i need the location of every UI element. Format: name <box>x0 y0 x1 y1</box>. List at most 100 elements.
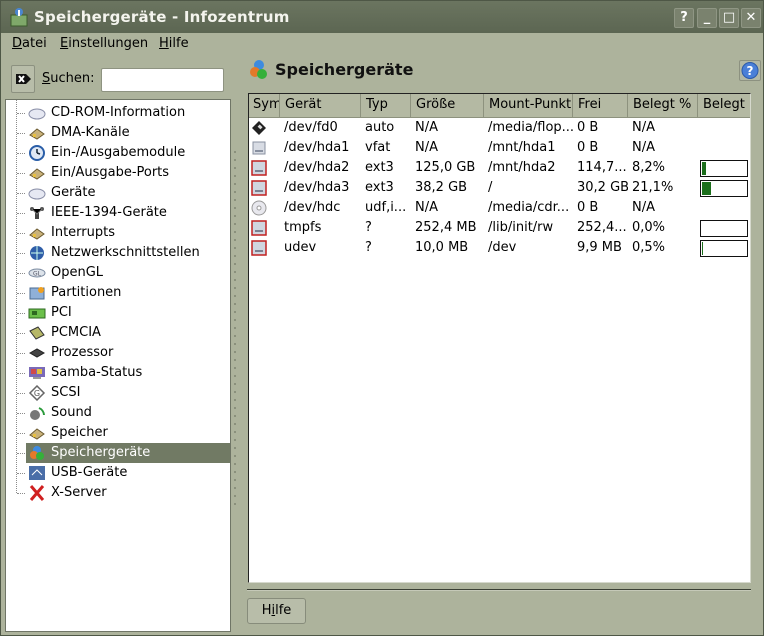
partition-icon <box>28 285 46 301</box>
cell-mount: /lib/init/rw <box>488 220 554 235</box>
tree-branch-line <box>17 453 25 454</box>
application-window: Speichergeräte - Infozentrum ? _ □ ✕ Dat… <box>0 0 764 636</box>
column-header-mount[interactable]: Mount-Punkt <box>484 94 573 118</box>
tree-branch-line <box>17 313 25 314</box>
sidebar-item[interactable]: Ein-/Ausgabemodule <box>17 143 230 163</box>
monitor-icon <box>28 365 46 381</box>
column-header-used-pct[interactable]: Belegt % <box>628 94 698 118</box>
button-text: lfe <box>275 603 292 618</box>
sidebar-item[interactable]: PCMCIA <box>17 323 230 343</box>
table-row[interactable]: /dev/hda2 ext3 125,0 GB/mnt/hda2 114,7... 8,… <box>249 158 750 178</box>
footer-separator <box>247 589 751 591</box>
tree-branch-line <box>17 153 25 154</box>
sidebar-item[interactable]: Geräte <box>17 183 230 203</box>
tree-branch-line <box>17 353 25 354</box>
storage-devices-icon <box>250 60 267 79</box>
tree-branch-line <box>17 133 25 134</box>
splitter-handle[interactable] <box>233 151 237 521</box>
column-header-size[interactable]: Größe <box>411 94 484 118</box>
table-row[interactable]: /dev/hda1 vfat N/A/mnt/hda1 0 B N/A <box>249 138 750 158</box>
maximize-button[interactable]: □ <box>719 8 739 28</box>
sidebar-item[interactable]: CD-ROM-Information <box>17 103 230 123</box>
sidebar-item[interactable]: IEEE-1394-Geräte <box>17 203 230 223</box>
sidebar-item[interactable]: PCI <box>17 303 230 323</box>
infocenter-app-icon <box>10 8 28 27</box>
storage-devices-icon <box>28 445 46 461</box>
column-header-sym[interactable]: Sym <box>249 94 280 118</box>
sidebar-item[interactable]: Partitionen <box>17 283 230 303</box>
menu-accel: E <box>60 36 69 51</box>
tree-branch-line <box>17 373 25 374</box>
cell-used-pct: N/A <box>632 140 655 155</box>
tree-branch-line <box>17 393 25 394</box>
sidebar-item-label: OpenGL <box>51 265 104 280</box>
help-button[interactable]: ? <box>739 60 761 81</box>
table-row[interactable]: /dev/hdc udf,i... N/A/media/cdr... 0 B N/A <box>249 198 750 218</box>
sidebar-item[interactable]: Sound <box>17 403 230 423</box>
clear-search-button[interactable] <box>11 65 35 93</box>
cell-type: ext3 <box>365 180 394 195</box>
title-bar[interactable]: Speichergeräte - Infozentrum ? _ □ ✕ <box>1 1 763 33</box>
menu-label: instellungen <box>68 36 149 51</box>
sidebar-item[interactable]: Prozessor <box>17 343 230 363</box>
sidebar-item[interactable]: Speichergeräte <box>17 443 230 463</box>
hilfe-button[interactable]: Hilfe <box>247 598 306 624</box>
clock-icon <box>28 145 46 161</box>
menu-label: atei <box>22 36 47 51</box>
sidebar-item-label: USB-Geräte <box>51 465 128 480</box>
sidebar-item-label: Netzwerkschnittstellen <box>51 245 200 260</box>
table-row[interactable]: udev? 10,0 MB/dev 9,9 MB 0,5% <box>249 238 750 258</box>
minimize-button[interactable]: _ <box>697 8 717 28</box>
table-row[interactable]: /dev/fd0 auto N/A/media/flop... 0 B N/A <box>249 118 750 138</box>
column-header-used-bar[interactable]: Belegt <box>698 94 750 118</box>
sidebar-item-label: Geräte <box>51 185 96 200</box>
page-title: Speichergeräte <box>275 60 414 79</box>
storage-devices-table[interactable]: Sym Gerät Typ Größe Mount-Punkt Frei Bel… <box>248 93 751 583</box>
cell-size: 10,0 MB <box>415 240 469 255</box>
sidebar-item[interactable]: Interrupts <box>17 223 230 243</box>
cell-type: udf,i... <box>365 200 407 215</box>
cell-free: 252,4... <box>577 220 627 235</box>
cell-free: 30,2 GB <box>577 180 628 195</box>
menu-hilfe[interactable]: Hilfe <box>159 36 189 51</box>
cell-mount: /mnt/hda1 <box>488 140 556 155</box>
context-help-button[interactable]: ? <box>674 8 694 28</box>
search-label-text: uchen: <box>50 71 95 86</box>
search-input[interactable] <box>101 68 224 92</box>
tree-branch-line <box>17 233 25 234</box>
menu-datei[interactable]: Datei <box>12 36 47 51</box>
sidebar-item-label: X-Server <box>51 485 107 500</box>
module-tree[interactable]: CD-ROM-Information DMA-Kanäle Ein-/Ausgabe… <box>5 99 231 632</box>
column-header-device[interactable]: Gerät <box>280 94 361 118</box>
sidebar-item[interactable]: DMA-Kanäle <box>17 123 230 143</box>
sidebar-item[interactable]: Samba-Status <box>17 363 230 383</box>
cell-device: /dev/hdc <box>284 200 341 215</box>
tree-branch-line <box>17 273 25 274</box>
sidebar-item[interactable]: G SCSI <box>17 383 230 403</box>
column-header-type[interactable]: Typ <box>361 94 411 118</box>
tree-branch-line <box>17 333 25 334</box>
search-label: Suchen: <box>42 71 95 86</box>
cell-free: 0 B <box>577 120 599 135</box>
usage-bar-fill <box>702 242 703 255</box>
sidebar-item[interactable]: USB-Geräte <box>17 463 230 483</box>
cell-size: 38,2 GB <box>415 180 468 195</box>
sidebar-item-label: Speichergeräte <box>51 445 151 460</box>
sidebar-item[interactable]: X-Server <box>17 483 230 503</box>
cpu-icon <box>28 345 46 361</box>
sidebar-item[interactable]: Ein/Ausgabe-Ports <box>17 163 230 183</box>
column-header-free[interactable]: Frei <box>573 94 628 118</box>
harddisk-mounted-icon <box>251 220 267 236</box>
table-row[interactable]: /dev/hda3 ext3 38,2 GB / 30,2 GB 21,1% <box>249 178 750 198</box>
scsi-icon: G <box>28 384 46 402</box>
sidebar-item[interactable]: GL OpenGL <box>17 263 230 283</box>
sidebar-item[interactable]: Speicher <box>17 423 230 443</box>
close-button[interactable]: ✕ <box>741 8 761 28</box>
table-row[interactable]: tmpfs? 252,4 MB/lib/init/rw 252,4... 0,0% <box>249 218 750 238</box>
usb-icon <box>28 465 46 481</box>
menu-einstellungen[interactable]: Einstellungen <box>60 36 148 51</box>
sidebar-item[interactable]: Netzwerkschnittstellen <box>17 243 230 263</box>
network-nodes-icon <box>28 205 46 221</box>
cell-used-pct: 0,5% <box>632 240 666 255</box>
cell-type: vfat <box>365 140 391 155</box>
